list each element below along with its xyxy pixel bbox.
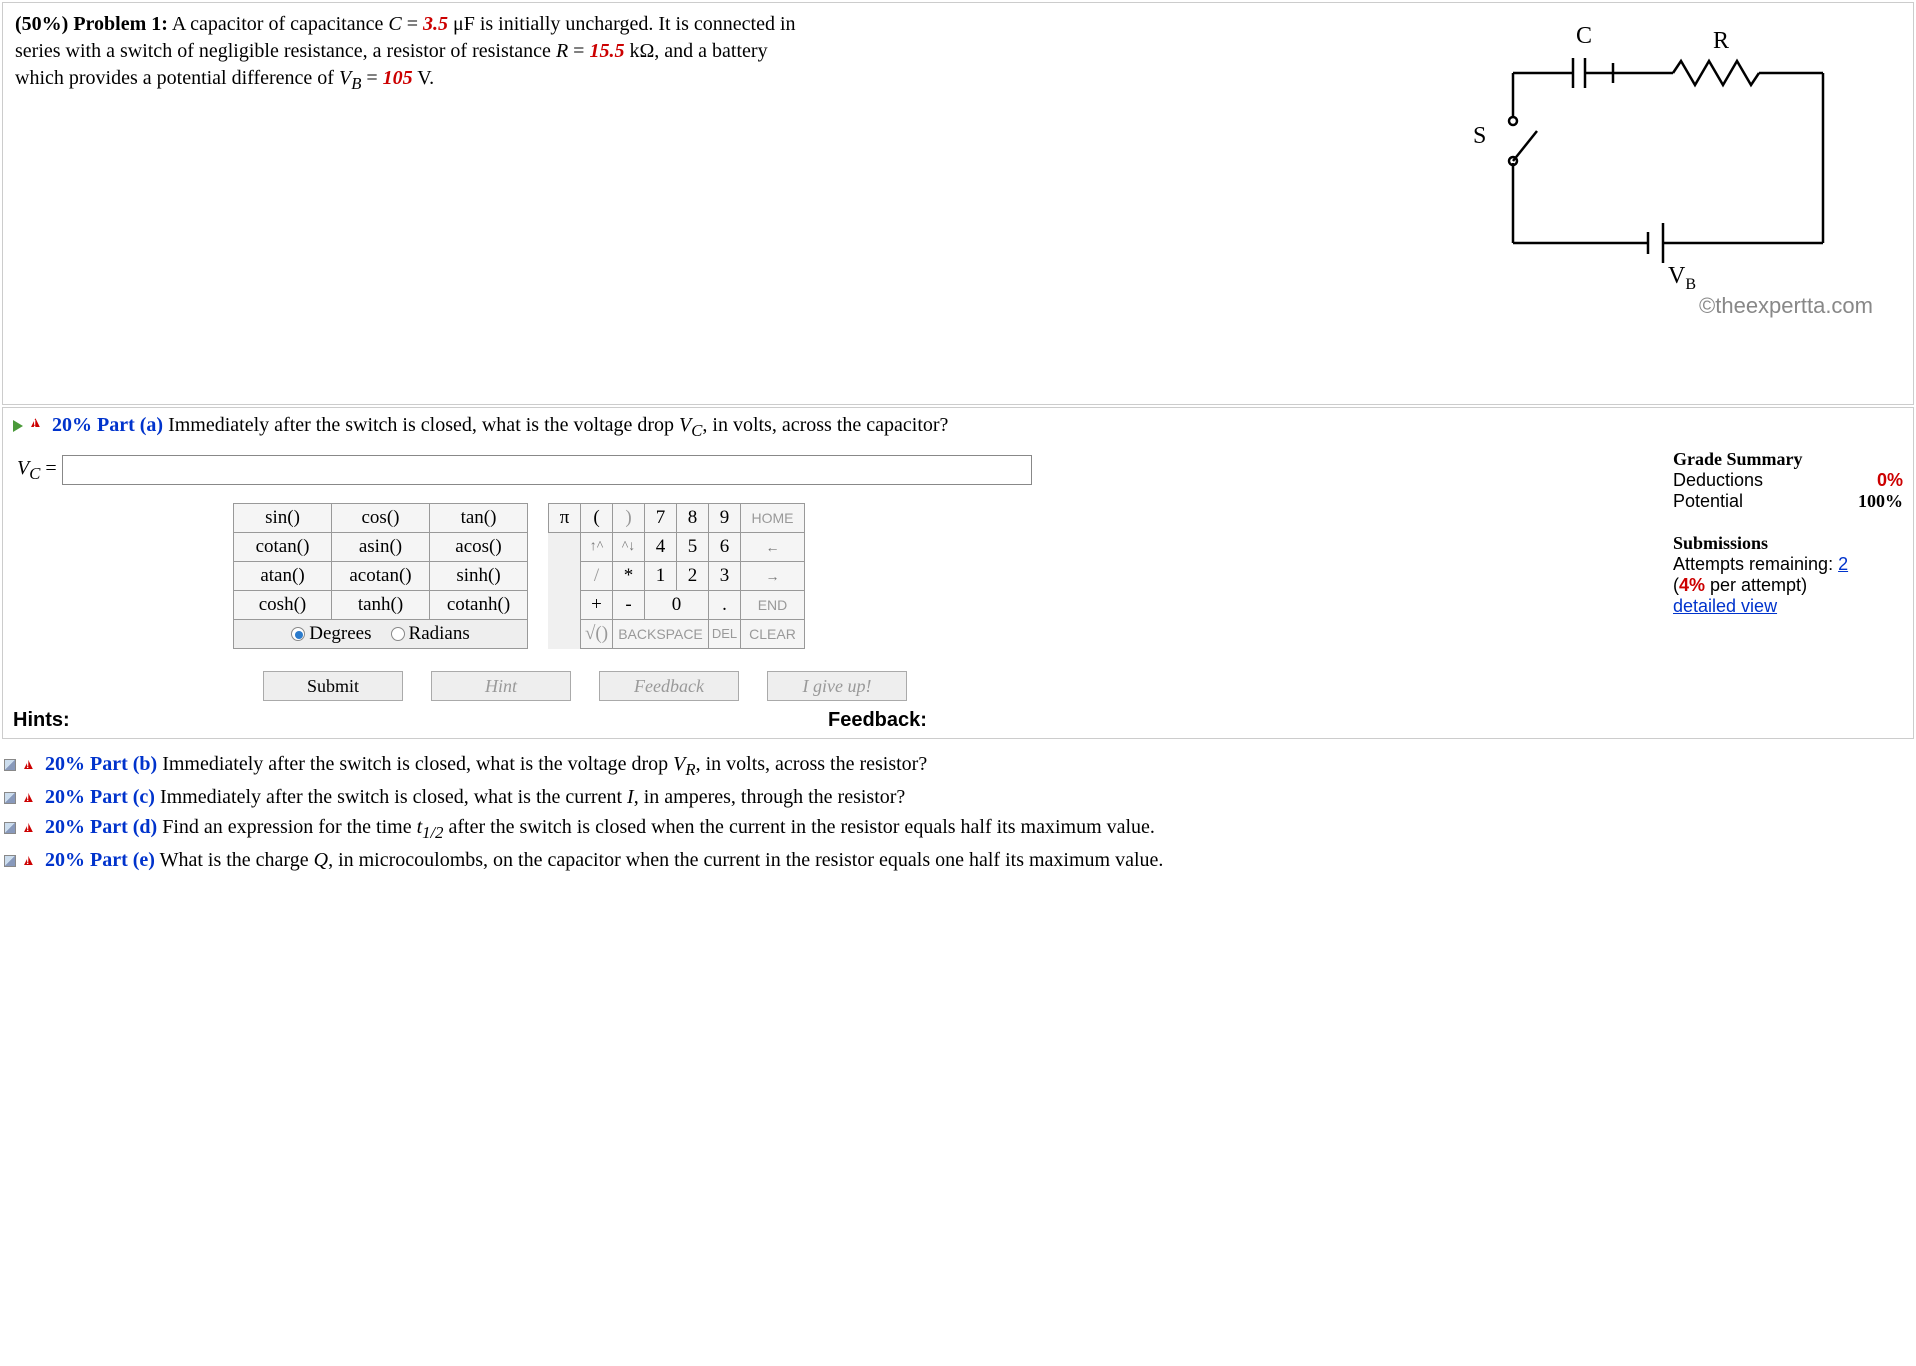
clear-button[interactable]: CLEAR bbox=[741, 619, 805, 648]
part-a-header: 20% Part (a) Immediately after the switc… bbox=[13, 414, 1903, 441]
collapse-icon bbox=[4, 759, 16, 771]
sin-button[interactable]: sin() bbox=[234, 503, 332, 532]
cos-button[interactable]: cos() bbox=[332, 503, 430, 532]
part-a-container: 20% Part (a) Immediately after the switc… bbox=[2, 407, 1914, 739]
home-button[interactable]: HOME bbox=[741, 503, 805, 532]
atan-button[interactable]: atan() bbox=[234, 561, 332, 590]
svg-text:C: C bbox=[1576, 23, 1592, 49]
answer-input[interactable] bbox=[62, 455, 1032, 485]
key-right[interactable]: → bbox=[741, 561, 805, 590]
key-0[interactable]: 0 bbox=[645, 590, 709, 619]
other-parts-list: 20% Part (b) Immediately after the switc… bbox=[4, 749, 1912, 875]
submit-button[interactable]: Submit bbox=[263, 671, 403, 701]
numeric-keypad: π ( ) 7 8 9 HOME ↑^ ^↓ 4 5 6 bbox=[548, 503, 805, 649]
feedback-label: Feedback: bbox=[828, 709, 1643, 732]
svg-text:R: R bbox=[1713, 28, 1729, 54]
key-left[interactable]: ← bbox=[741, 532, 805, 561]
collapse-icon bbox=[4, 792, 16, 804]
sinh-button[interactable]: sinh() bbox=[430, 561, 528, 590]
key-slash[interactable]: / bbox=[581, 561, 613, 590]
problem-statement: (50%) Problem 1: A capacitor of capacita… bbox=[2, 2, 1914, 405]
lparen-button[interactable]: ( bbox=[581, 503, 613, 532]
degrees-radio[interactable] bbox=[291, 627, 305, 641]
cotanh-button[interactable]: cotanh() bbox=[430, 590, 528, 619]
key-minus[interactable]: - bbox=[613, 590, 645, 619]
submissions-title: Submissions bbox=[1673, 533, 1768, 553]
warning-icon bbox=[21, 758, 35, 772]
key-4[interactable]: 4 bbox=[645, 532, 677, 561]
backspace-button[interactable]: BACKSPACE bbox=[613, 619, 709, 648]
key-up[interactable]: ↑^ bbox=[581, 532, 613, 561]
hint-button[interactable]: Hint bbox=[431, 671, 571, 701]
key-5[interactable]: 5 bbox=[677, 532, 709, 561]
asin-button[interactable]: asin() bbox=[332, 532, 430, 561]
cotan-button[interactable]: cotan() bbox=[234, 532, 332, 561]
warning-icon bbox=[21, 821, 35, 835]
collapse-icon bbox=[4, 822, 16, 834]
expand-icon[interactable] bbox=[13, 420, 23, 432]
part-d-row[interactable]: 20% Part (d) Find an expression for the … bbox=[4, 812, 1912, 845]
svg-text:VB: VB bbox=[1668, 263, 1696, 293]
part-c-row[interactable]: 20% Part (c) Immediately after the switc… bbox=[4, 782, 1912, 812]
copyright-text: ©theexpertta.com bbox=[1699, 293, 1873, 319]
rparen-button[interactable]: ) bbox=[613, 503, 645, 532]
feedback-button[interactable]: Feedback bbox=[599, 671, 739, 701]
tan-button[interactable]: tan() bbox=[430, 503, 528, 532]
acos-button[interactable]: acos() bbox=[430, 532, 528, 561]
pi-button[interactable]: π bbox=[549, 503, 581, 532]
acotan-button[interactable]: acotan() bbox=[332, 561, 430, 590]
part-b-row[interactable]: 20% Part (b) Immediately after the switc… bbox=[4, 749, 1912, 782]
tanh-button[interactable]: tanh() bbox=[332, 590, 430, 619]
del-button[interactable]: DEL bbox=[709, 619, 741, 648]
key-7[interactable]: 7 bbox=[645, 503, 677, 532]
grade-summary-title: Grade Summary bbox=[1673, 449, 1803, 469]
key-dot[interactable]: . bbox=[709, 590, 741, 619]
radians-radio[interactable] bbox=[391, 627, 405, 641]
cosh-button[interactable]: cosh() bbox=[234, 590, 332, 619]
answer-row: VC = bbox=[17, 455, 1639, 485]
detailed-view-link[interactable]: detailed view bbox=[1673, 596, 1777, 616]
key-1[interactable]: 1 bbox=[645, 561, 677, 590]
key-6[interactable]: 6 bbox=[709, 532, 741, 561]
circuit-diagram: C R S VB bbox=[1443, 13, 1873, 293]
key-9[interactable]: 9 bbox=[709, 503, 741, 532]
hints-label: Hints: bbox=[13, 709, 828, 732]
key-8[interactable]: 8 bbox=[677, 503, 709, 532]
svg-text:S: S bbox=[1473, 123, 1486, 149]
sqrt-button[interactable]: √() bbox=[581, 619, 613, 648]
key-2[interactable]: 2 bbox=[677, 561, 709, 590]
grade-sidebar: Grade Summary Deductions0% Potential100%… bbox=[1673, 449, 1903, 732]
end-button[interactable]: END bbox=[741, 590, 805, 619]
key-down[interactable]: ^↓ bbox=[613, 532, 645, 561]
key-star[interactable]: * bbox=[613, 561, 645, 590]
collapse-icon bbox=[4, 855, 16, 867]
key-plus[interactable]: + bbox=[581, 590, 613, 619]
warning-icon bbox=[28, 419, 42, 433]
warning-icon bbox=[21, 791, 35, 805]
warning-icon bbox=[21, 854, 35, 868]
key-3[interactable]: 3 bbox=[709, 561, 741, 590]
giveup-button[interactable]: I give up! bbox=[767, 671, 907, 701]
problem-text: (50%) Problem 1: A capacitor of capacita… bbox=[15, 11, 805, 96]
function-keypad: sin() cos() tan() cotan() asin() acos() … bbox=[233, 503, 528, 649]
part-e-row[interactable]: 20% Part (e) What is the charge Q, in mi… bbox=[4, 845, 1912, 875]
